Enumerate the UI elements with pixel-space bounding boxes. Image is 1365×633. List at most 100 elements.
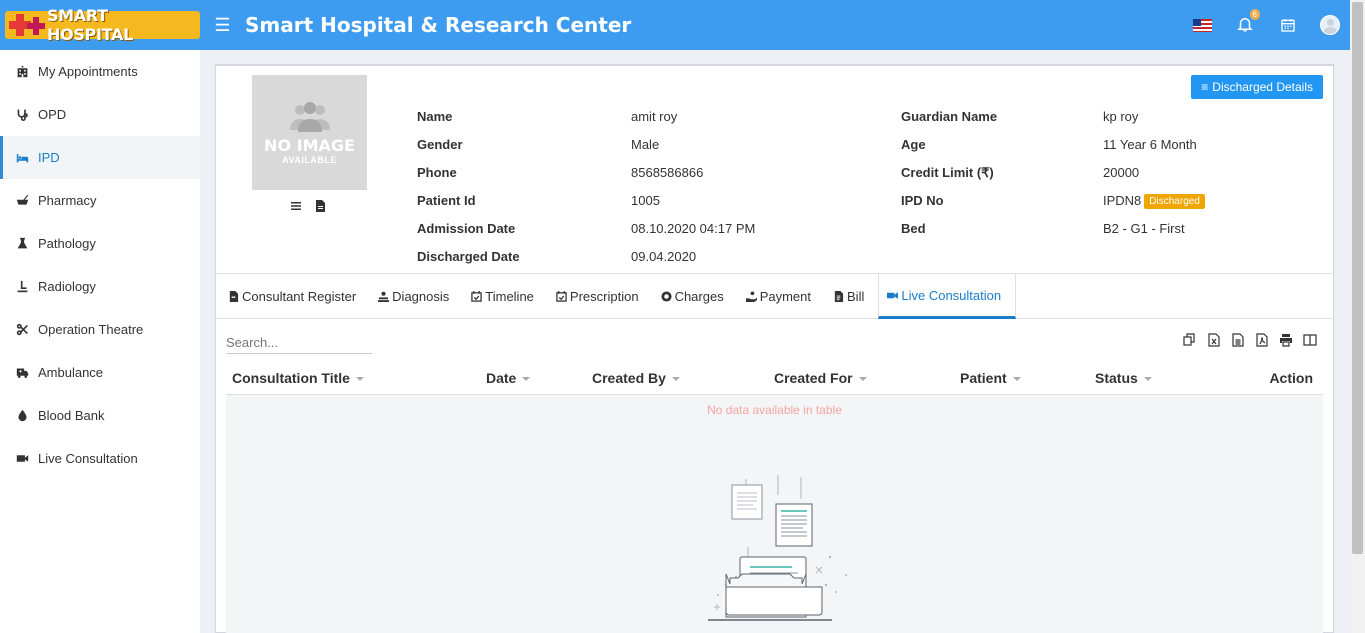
coins-icon — [661, 291, 672, 302]
file-icon — [229, 291, 239, 302]
scissors-icon — [15, 323, 29, 337]
sidebar-item-pathology[interactable]: Pathology — [0, 222, 200, 265]
sort-caret-icon — [1143, 377, 1152, 381]
sidebar-item-label: Radiology — [38, 279, 96, 294]
flask-icon — [15, 237, 29, 251]
column-header-consultation-title[interactable]: Consultation Title — [232, 370, 364, 386]
sidebar-item-my-appointments[interactable]: My Appointments — [0, 50, 200, 93]
tab-label: Payment — [759, 289, 812, 304]
discharged-details-button[interactable]: ≡ Discharged Details — [1191, 75, 1323, 99]
stethoscope-icon — [15, 108, 29, 122]
field-value-guardian-name: kp roy — [1103, 109, 1139, 124]
tab-payment[interactable]: Payment — [738, 274, 825, 319]
sidebar-item-radiology[interactable]: Radiology — [0, 265, 200, 308]
column-label: Consultation Title — [232, 370, 350, 386]
patient-photo-placeholder: NO IMAGE AVAILABLE — [252, 75, 367, 190]
calendar-icon[interactable] — [1280, 17, 1296, 33]
empty-state-illustration — [708, 475, 847, 621]
tab-live-consultation[interactable]: Live Consultation — [878, 274, 1017, 319]
people-icon — [289, 102, 330, 132]
hand-money-icon — [745, 291, 757, 302]
sidebar-item-pharmacy[interactable]: Pharmacy — [0, 179, 200, 222]
column-header-created-by[interactable]: Created By — [592, 370, 680, 386]
sidebar-item-live-consultation[interactable]: Live Consultation — [0, 437, 200, 480]
page-scrollbar[interactable] — [1350, 0, 1365, 633]
copy-icon[interactable] — [1183, 333, 1197, 350]
user-avatar[interactable] — [1320, 15, 1340, 35]
sort-caret-icon — [522, 377, 531, 381]
status-badge: Discharged — [1144, 194, 1205, 209]
language-flag-icon[interactable] — [1193, 18, 1212, 32]
sidebar-item-label: OPD — [38, 107, 67, 122]
field-value-phone: 8568586866 — [631, 165, 704, 180]
tab-charges[interactable]: Charges — [653, 274, 738, 319]
field-label-bed: Bed — [901, 221, 926, 236]
logo[interactable]: SMART HOSPITAL — [0, 0, 200, 50]
logo-cross-icon — [5, 11, 47, 39]
scrollbar-thumb[interactable] — [1352, 2, 1363, 554]
sidebar-item-blood-bank[interactable]: Blood Bank — [0, 394, 200, 437]
pdf-icon[interactable] — [1255, 333, 1269, 350]
sidebar: My Appointments OPD IPD Pharmacy Patholo… — [0, 50, 200, 633]
column-header-date[interactable]: Date — [486, 370, 531, 386]
sort-caret-icon — [1012, 377, 1021, 381]
sidebar-item-operation-theatre[interactable]: Operation Theatre — [0, 308, 200, 351]
column-label: Status — [1095, 370, 1138, 386]
excel-icon[interactable] — [1207, 333, 1221, 350]
field-value-bed: B2 - G1 - First — [1103, 221, 1185, 236]
field-label-gender: Gender — [417, 137, 463, 152]
notification-count-badge: 6 — [1249, 9, 1260, 20]
tab-label: Bill — [847, 289, 865, 304]
sidebar-item-opd[interactable]: OPD — [0, 93, 200, 136]
hospital-building-icon — [15, 65, 29, 79]
sidebar-item-label: Ambulance — [38, 365, 104, 380]
sidebar-item-ambulance[interactable]: Ambulance — [0, 351, 200, 394]
field-value-gender: Male — [631, 137, 660, 152]
export-toolbar — [1183, 333, 1317, 350]
ipd-number: IPDN8 — [1103, 193, 1142, 208]
field-value-discharged-date: 09.04.2020 — [631, 249, 697, 264]
column-label: Created By — [592, 370, 666, 386]
column-header-created-for[interactable]: Created For — [774, 370, 867, 386]
no-image-text: NO IMAGE — [264, 136, 355, 155]
tab-label: Timeline — [485, 289, 534, 304]
field-value-patient-id: 1005 — [631, 193, 660, 208]
site-title: Smart Hospital & Research Center — [245, 13, 632, 37]
table-header: Consultation Title Date Created By Creat… — [226, 362, 1323, 395]
column-label: Created For — [774, 370, 853, 386]
logo-badge: SMART HOSPITAL — [5, 6, 200, 44]
list-icon: ≡ — [1201, 80, 1209, 94]
tab-prescription[interactable]: Prescription — [548, 274, 653, 319]
columns-icon[interactable] — [1303, 333, 1317, 350]
sidebar-item-label: Live Consultation — [38, 451, 138, 466]
tab-consultant-register[interactable]: Consultant Register — [220, 274, 370, 319]
sidebar-item-label: Blood Bank — [38, 408, 105, 423]
video-camera-icon — [887, 291, 899, 299]
no-image-subtext: AVAILABLE — [282, 155, 337, 165]
tab-label: Live Consultation — [901, 287, 1002, 303]
diagnosis-icon — [378, 291, 390, 302]
search-input[interactable] — [226, 332, 372, 354]
sort-caret-icon — [671, 377, 680, 381]
sidebar-item-ipd[interactable]: IPD — [0, 136, 200, 179]
tab-bill[interactable]: Bill — [825, 274, 878, 319]
sidebar-item-label: Operation Theatre — [38, 322, 144, 337]
csv-icon[interactable] — [1231, 333, 1245, 350]
discharged-details-label: Discharged Details — [1212, 80, 1313, 94]
column-header-status[interactable]: Status — [1095, 370, 1152, 386]
list-icon[interactable] — [290, 200, 302, 215]
document-icon[interactable] — [314, 200, 326, 215]
notification-bell-icon[interactable]: 6 — [1236, 9, 1260, 35]
sidebar-item-label: Pathology — [38, 236, 96, 251]
calendar-check-icon — [556, 291, 567, 302]
tab-diagnosis[interactable]: Diagnosis — [370, 274, 463, 319]
column-header-patient[interactable]: Patient — [960, 370, 1021, 386]
field-label-discharged-date: Discharged Date — [417, 249, 520, 264]
sidebar-toggle-icon[interactable]: ☰ — [200, 15, 245, 36]
tab-bar: Consultant Register Diagnosis Timeline P… — [216, 273, 1333, 319]
tab-timeline[interactable]: Timeline — [463, 274, 548, 319]
column-header-action: Action — [1269, 370, 1313, 386]
invoice-icon — [834, 291, 844, 302]
print-icon[interactable] — [1279, 333, 1293, 350]
mortar-pestle-icon — [15, 194, 29, 208]
